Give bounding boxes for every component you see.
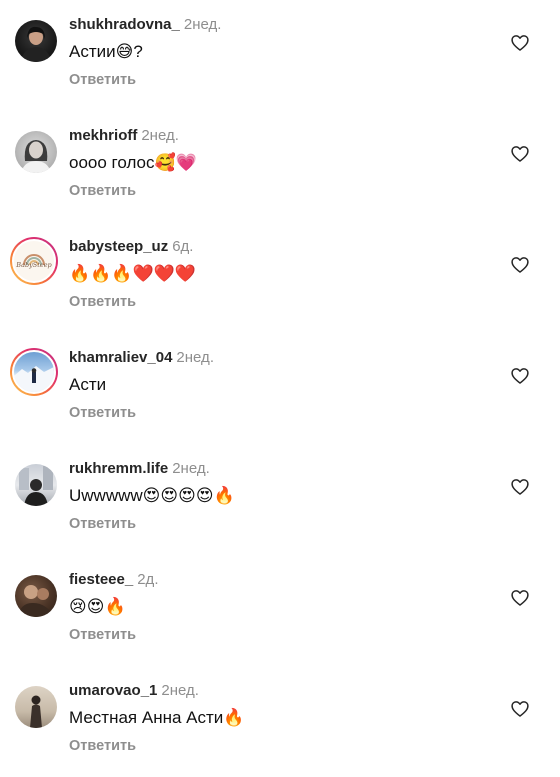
- timestamp: 2нед.: [172, 460, 210, 477]
- timestamp: 2д.: [137, 571, 159, 588]
- reply-button[interactable]: Ответить: [69, 405, 136, 421]
- city-portrait-avatar: [15, 464, 57, 506]
- comment-text: Астии😅?: [69, 42, 143, 61]
- comment-item: rukhremm.life 2нед. Uwwwww😍😍😍😍🔥 Ответить: [0, 444, 560, 555]
- reply-button[interactable]: Ответить: [69, 738, 136, 754]
- heart-outline-icon[interactable]: [510, 33, 530, 53]
- logo-text: BabySteep: [16, 261, 52, 269]
- avatar[interactable]: [15, 131, 57, 173]
- timestamp: 6д.: [172, 238, 194, 255]
- dark-portrait-avatar: [15, 20, 57, 62]
- avatar-story-ring[interactable]: [10, 348, 58, 396]
- timestamp: 2нед.: [176, 349, 214, 366]
- heart-outline-icon[interactable]: [510, 699, 530, 719]
- username[interactable]: mekhrioff: [69, 127, 137, 144]
- snow-landscape-avatar: [12, 350, 56, 394]
- light-portrait-avatar: [15, 131, 57, 173]
- reply-button[interactable]: Ответить: [69, 627, 136, 643]
- heart-outline-icon[interactable]: [510, 255, 530, 275]
- avatar[interactable]: [15, 575, 57, 617]
- comment-text: Uwwwww😍😍😍😍🔥: [69, 486, 235, 505]
- comment-item: umarovao_1 2нед. Местная Анна Асти🔥 Ответ…: [0, 666, 560, 777]
- heart-outline-icon[interactable]: [510, 477, 530, 497]
- comment-item: fiesteee_ 2д. 😢😍🔥 Ответить: [0, 555, 560, 666]
- username[interactable]: shukhradovna_: [69, 16, 180, 33]
- username[interactable]: fiesteee_: [69, 571, 133, 588]
- reply-button[interactable]: Ответить: [69, 72, 136, 88]
- comment-item: khamraliev_04 2нед. Асти Ответить: [0, 333, 560, 444]
- comment-text: Асти: [69, 375, 107, 394]
- timestamp: 2нед.: [183, 16, 222, 33]
- avatar[interactable]: [15, 20, 57, 62]
- beige-portrait-avatar: [15, 686, 57, 728]
- timestamp: 2нед.: [161, 682, 199, 699]
- warm-portrait-avatar: [15, 575, 57, 617]
- comment-text: 🔥🔥🔥❤️❤️❤️: [69, 264, 197, 283]
- username[interactable]: umarovao_1: [69, 682, 157, 699]
- comments-list: shukhradovna_ 2нед. Астии😅? Ответить mekh…: [0, 0, 560, 774]
- reply-button[interactable]: Ответить: [69, 183, 136, 199]
- heart-outline-icon[interactable]: [510, 144, 530, 164]
- comment-item: BabySteep babysteep_uz 6д. 🔥🔥🔥❤️❤️❤️ Отве…: [0, 222, 560, 333]
- reply-button[interactable]: Ответить: [69, 516, 136, 532]
- avatar-story-ring[interactable]: BabySteep: [10, 237, 58, 285]
- username[interactable]: rukhremm.life: [69, 460, 168, 477]
- timestamp: 2нед.: [141, 127, 179, 144]
- username[interactable]: khamraliev_04: [69, 349, 172, 366]
- babysteep-logo-avatar: BabySteep: [12, 239, 56, 283]
- avatar[interactable]: [15, 686, 57, 728]
- comment-text: оооо голос🥰💗: [69, 153, 197, 172]
- comment-item: mekhrioff 2нед. оооо голос🥰💗 Ответить: [0, 111, 560, 222]
- heart-outline-icon[interactable]: [510, 588, 530, 608]
- heart-outline-icon[interactable]: [510, 366, 530, 386]
- username[interactable]: babysteep_uz: [69, 238, 168, 255]
- comment-text: 😢😍🔥: [69, 597, 126, 616]
- avatar[interactable]: [15, 464, 57, 506]
- comment-item: shukhradovna_ 2нед. Астии😅? Ответить: [0, 0, 560, 111]
- comment-text: Местная Анна Асти🔥: [69, 708, 245, 727]
- reply-button[interactable]: Ответить: [69, 294, 136, 310]
